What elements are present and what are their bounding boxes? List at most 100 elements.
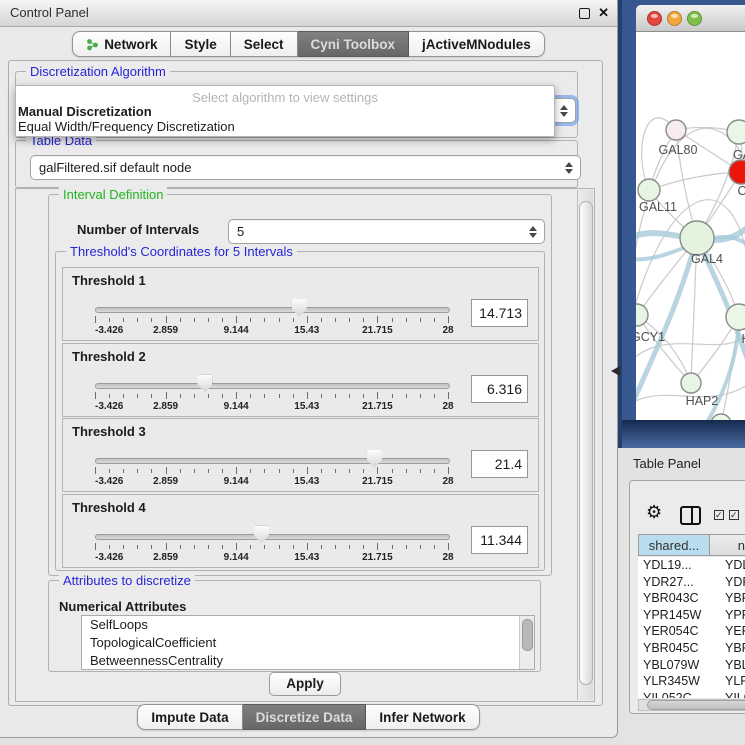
pane-scrollbar[interactable] [577, 190, 593, 700]
table-row[interactable]: YDL19...YDL1 [638, 557, 745, 574]
tick-mark [420, 545, 421, 549]
dropdown-item-equal-width-frequency[interactable]: Equal Width/Frequency Discretization [18, 119, 235, 134]
gear-icon[interactable]: ⚙ [646, 502, 662, 523]
tick-mark [123, 318, 124, 322]
scrollbar-thumb[interactable] [579, 201, 593, 685]
threshold-slider[interactable]: -3.4262.8599.14415.4321.71528 [95, 371, 448, 413]
tick-mark [363, 469, 364, 473]
table-row[interactable]: YER054CYER0 [638, 623, 745, 640]
minimize-traffic-light[interactable] [667, 11, 682, 26]
tick-label: 15.43 [294, 552, 319, 563]
column-header-shared-name[interactable]: shared... [638, 534, 710, 556]
close-icon[interactable]: ✕ [598, 5, 609, 21]
tick-mark [321, 394, 322, 398]
network-window-titlebar[interactable] [636, 5, 745, 32]
list-scrollbar[interactable] [519, 616, 534, 669]
table-row[interactable]: YIL052CYIL0 [638, 690, 745, 698]
apply-button[interactable]: Apply [269, 672, 341, 696]
tab-jactivemnodules[interactable]: jActiveMNodules [409, 31, 545, 57]
threshold-value-field[interactable]: 21.4 [471, 450, 528, 478]
cell-name: YLR3 [714, 673, 745, 690]
checkbox-icon[interactable]: ✓ [729, 510, 739, 520]
slider-handle[interactable] [367, 450, 382, 468]
table-row[interactable]: YPR145WYPR1 [638, 607, 745, 624]
column-header-name[interactable]: na [710, 534, 745, 556]
float-panel-icon[interactable] [579, 8, 590, 19]
tick-mark [321, 469, 322, 473]
tick-mark [307, 467, 308, 474]
threshold-value-field[interactable]: 11.344 [471, 526, 528, 554]
slider-handle[interactable] [292, 299, 307, 317]
network-node[interactable] [681, 373, 701, 393]
tab-label: Impute Data [151, 710, 228, 725]
threshold-value-field[interactable]: 14.713 [471, 299, 528, 327]
checkbox-icon[interactable]: ✓ [714, 510, 724, 520]
list-item[interactable]: TopologicalCoefficient [82, 634, 534, 652]
dropdown-item-manual-discretization[interactable]: Manual Discretization [18, 104, 152, 119]
bottom-tab-bar: Impute Data Discretize DataInfer Network [0, 704, 617, 730]
table-data-select[interactable]: galFiltered.sif default node [30, 155, 581, 180]
close-traffic-light[interactable] [647, 11, 662, 26]
table-row[interactable]: YLR345WYLR3 [638, 673, 745, 690]
tab-discretize-data[interactable]: Discretize Data [243, 704, 367, 730]
table-row[interactable]: YBL079WYBL0 [638, 657, 745, 674]
network-node[interactable] [666, 120, 686, 140]
tab-infer-network[interactable]: Infer Network [366, 704, 479, 730]
table-hscrollbar[interactable] [638, 699, 745, 711]
numerical-attributes-label: Numerical Attributes [59, 599, 186, 614]
threshold-value-field[interactable]: 6.316 [471, 375, 528, 403]
scrollbar-thumb[interactable] [647, 700, 745, 710]
threshold-panel: Threshold 3-3.4262.8599.14415.4321.71528… [62, 418, 539, 492]
slider-handle[interactable] [197, 375, 212, 393]
network-node[interactable] [680, 221, 714, 255]
threshold-slider[interactable]: -3.4262.8599.14415.4321.71528 [95, 295, 448, 337]
tab-style[interactable]: Style [171, 31, 230, 57]
stepper-icon[interactable] [529, 226, 537, 238]
tick-label: 15.43 [294, 401, 319, 412]
slider-track[interactable] [95, 458, 450, 464]
scrollbar-thumb[interactable] [522, 619, 533, 651]
cell-name: YBR0 [714, 640, 745, 657]
tab-impute-data[interactable]: Impute Data [137, 704, 242, 730]
tick-mark [194, 394, 195, 398]
tab-network[interactable]: Network [72, 31, 171, 57]
network-node[interactable] [638, 179, 660, 201]
algorithm-dropdown-popup: Select algorithm to view settings Manual… [15, 85, 555, 137]
cell-shared-name: YDR27... [638, 574, 714, 591]
zoom-traffic-light[interactable] [687, 11, 702, 26]
slider-track[interactable] [95, 383, 450, 389]
table-row[interactable]: YDR27...YDR2 [638, 574, 745, 591]
tab-cyni-toolbox[interactable]: Cyni Toolbox [298, 31, 410, 57]
network-node[interactable] [636, 304, 648, 326]
table-row[interactable]: YBR045CYBR0 [638, 640, 745, 657]
control-panel-titlebar[interactable]: Control Panel ✕ [0, 0, 617, 27]
group-title: Attributes to discretize [59, 573, 195, 588]
network-canvas[interactable]: GAL80GACGAL11GAL4GCY1HHAP2 [636, 32, 745, 420]
node-label-gal11: GAL11 [639, 200, 677, 214]
tick-mark [392, 394, 393, 398]
tick-mark [194, 318, 195, 322]
tab-select[interactable]: Select [231, 31, 298, 57]
slider-handle[interactable] [254, 526, 269, 544]
attributes-group: Attributes to discretize Numerical Attri… [48, 580, 541, 672]
slider-track[interactable] [95, 534, 450, 540]
threshold-slider[interactable]: -3.4262.8599.14415.4321.71528 [95, 522, 448, 564]
network-node[interactable] [726, 304, 745, 330]
network-node[interactable] [727, 120, 745, 144]
tick-mark [349, 469, 350, 473]
list-item[interactable]: SelfLoops [82, 616, 534, 634]
stepper-icon[interactable] [560, 105, 568, 117]
table-row[interactable]: YBR043CYBR0 [638, 590, 745, 607]
tick-mark [321, 318, 322, 322]
list-item[interactable]: BetweennessCentrality [82, 652, 534, 670]
table-panel-titlebar[interactable]: Table Panel [618, 448, 745, 480]
threshold-slider[interactable]: -3.4262.8599.14415.4321.71528 [95, 446, 448, 488]
number-of-intervals-select[interactable]: 5 [228, 219, 545, 244]
tick-mark [349, 545, 350, 549]
tick-mark [180, 545, 181, 549]
slider-track[interactable] [95, 307, 450, 313]
stepper-icon[interactable] [565, 162, 573, 174]
numerical-attributes-list[interactable]: SelfLoopsTopologicalCoefficientBetweenne… [81, 615, 535, 670]
split-columns-icon[interactable] [680, 506, 701, 525]
group-title: Discretization Algorithm [26, 64, 170, 79]
